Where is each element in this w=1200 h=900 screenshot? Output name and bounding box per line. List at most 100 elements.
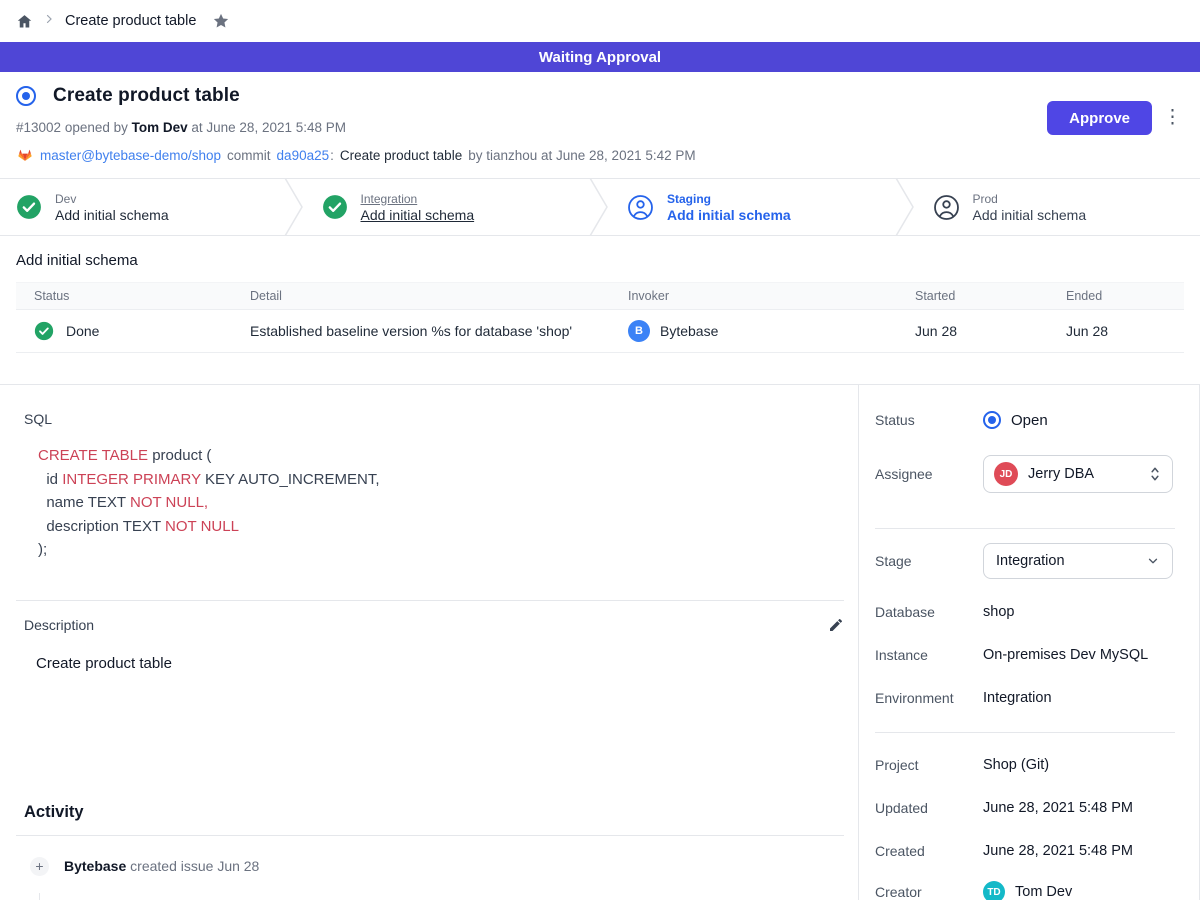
task-ended: Jun 28 [1066, 323, 1184, 339]
col-ended: Ended [1066, 289, 1184, 303]
created-label: Created [875, 843, 983, 859]
page-title: Create product table [53, 85, 240, 107]
breadcrumb-current[interactable]: Create product table [65, 13, 196, 29]
task-section: Add initial schema Status Detail Invoker… [0, 252, 1200, 384]
database-value: shop [983, 604, 1014, 620]
task-table: Status Detail Invoker Started Ended Done… [16, 282, 1184, 353]
commit-line: master@bytebase-demo/shop commit da90a25… [16, 145, 1184, 166]
status-open-icon [983, 411, 1001, 429]
commit-message: Create product table [340, 148, 462, 163]
creator-avatar: TD [983, 881, 1005, 900]
col-status: Status [34, 289, 250, 303]
stage-separator [589, 178, 611, 236]
stage-task-label: Add initial schema [667, 207, 791, 223]
plus-icon: + [30, 857, 49, 876]
stage-env-label: Integration [361, 192, 475, 206]
issue-sidebar: Status Open Assignee JD Jerry DBA Stage … [858, 385, 1199, 900]
issue-meta: #13002 opened by Tom Dev at June 28, 202… [16, 120, 1184, 135]
check-circle-icon [16, 194, 42, 220]
assignee-label: Assignee [875, 466, 983, 482]
instance-label: Instance [875, 647, 983, 663]
approval-banner-text: Waiting Approval [539, 49, 661, 66]
task-started: Jun 28 [915, 323, 1066, 339]
stage-task-label: Add initial schema [973, 207, 1087, 223]
creator-label: Creator [875, 884, 983, 900]
pipeline-stage-dev[interactable]: DevAdd initial schema [0, 179, 284, 235]
description-label: Description [24, 617, 94, 633]
database-label: Database [875, 604, 983, 620]
chevron-down-icon [1146, 554, 1160, 568]
table-row[interactable]: Done Established baseline version %s for… [16, 310, 1184, 352]
stage-value: Integration [996, 553, 1136, 569]
environment-value: Integration [983, 690, 1052, 706]
more-actions-icon[interactable]: ⋮ [1163, 104, 1182, 132]
status-label: Status [875, 412, 983, 428]
section-divider [16, 600, 844, 601]
check-circle-icon [322, 194, 348, 220]
assignee-value: Jerry DBA [1028, 466, 1138, 482]
sql-label: SQL [24, 411, 858, 427]
stage-select[interactable]: Integration [983, 543, 1173, 579]
stage-separator [895, 178, 917, 236]
activity-heading: Activity [24, 803, 858, 822]
instance-value: On-premises Dev MySQL [983, 647, 1148, 663]
stage-separator [284, 178, 306, 236]
col-invoker: Invoker [628, 289, 915, 303]
stage-label: Stage [875, 553, 983, 569]
task-detail: Established baseline version %s for data… [250, 323, 628, 339]
stage-env-label: Staging [667, 192, 791, 206]
home-icon[interactable] [16, 13, 33, 30]
task-invoker: Bytebase [660, 323, 718, 339]
timeline-connector [39, 893, 40, 900]
approve-button[interactable]: Approve [1047, 101, 1152, 135]
updated-value: June 28, 2021 5:48 PM [983, 800, 1133, 816]
chevron-right-icon [43, 12, 55, 30]
user-circle-icon [627, 194, 654, 221]
project-label: Project [875, 757, 983, 773]
stage-task-label: Add initial schema [55, 207, 169, 223]
star-icon[interactable] [212, 12, 230, 30]
commit-hash-link[interactable]: da90a25 [277, 148, 330, 163]
check-circle-icon [34, 321, 54, 341]
assignee-avatar: JD [994, 462, 1018, 486]
col-started: Started [915, 289, 1066, 303]
creator-value: Tom Dev [1015, 884, 1072, 900]
assignee-select[interactable]: JD Jerry DBA [983, 455, 1173, 493]
environment-label: Environment [875, 690, 983, 706]
user-circle-icon [933, 194, 960, 221]
col-detail: Detail [250, 289, 628, 303]
pipeline-stage-staging[interactable]: StagingAdd initial schema [611, 179, 895, 235]
stage-task-label: Add initial schema [361, 207, 475, 223]
issue-open-icon [16, 86, 36, 106]
activity-action: created issue Jun 28 [126, 858, 259, 874]
gitlab-icon [16, 145, 34, 166]
updated-label: Updated [875, 800, 983, 816]
bytebase-avatar: B [628, 320, 650, 342]
updown-icon [1148, 466, 1162, 482]
section-divider [16, 835, 844, 836]
issue-header: Create product table #13002 opened by To… [0, 72, 1200, 178]
pipeline-stage-integration[interactable]: IntegrationAdd initial schema [306, 179, 590, 235]
pipeline-stage-prod[interactable]: ProdAdd initial schema [917, 179, 1200, 235]
approval-banner: Waiting Approval [0, 42, 1200, 72]
stage-pipeline: DevAdd initial schema IntegrationAdd ini… [0, 178, 1200, 236]
stage-env-label: Prod [973, 192, 1087, 206]
issue-main-panel: SQL CREATE TABLE product ( id INTEGER PR… [0, 385, 858, 900]
sql-code: CREATE TABLE product ( id INTEGER PRIMAR… [38, 444, 858, 562]
sidebar-divider [875, 528, 1175, 529]
description-text: Create product table [36, 655, 858, 672]
activity-actor: Bytebase [64, 858, 126, 874]
created-value: June 28, 2021 5:48 PM [983, 843, 1133, 859]
status-value: Open [1011, 412, 1048, 429]
sidebar-divider [875, 732, 1175, 733]
task-table-header: Status Detail Invoker Started Ended [16, 282, 1184, 310]
activity-item: + Bytebase created issue Jun 28 [30, 857, 858, 876]
issue-author: Tom Dev [132, 120, 188, 135]
task-heading: Add initial schema [16, 252, 1184, 269]
task-status: Done [66, 323, 99, 339]
stage-env-label: Dev [55, 192, 169, 206]
commit-branch-link[interactable]: master@bytebase-demo/shop [40, 148, 221, 163]
project-value: Shop (Git) [983, 757, 1049, 773]
edit-icon[interactable] [828, 617, 844, 633]
breadcrumb: Create product table [0, 0, 1200, 42]
